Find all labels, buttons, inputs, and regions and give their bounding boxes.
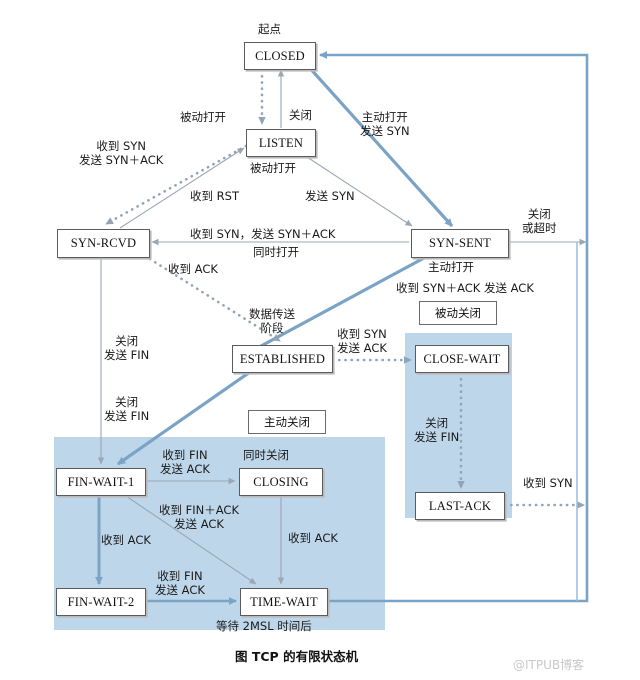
state-last-ack[interactable]: LAST-ACK xyxy=(415,492,505,520)
state-fin-wait-2[interactable]: FIN-WAIT-2 xyxy=(56,588,146,616)
label-close-send-fin-1: 关闭 发送 FIN xyxy=(104,334,150,362)
label-recv-finack-send-ack: 收到 FIN＋ACK 发送 ACK xyxy=(159,503,239,531)
label-close-send-fin-close-wait: 关闭 发送 FIN xyxy=(414,416,460,444)
label-active-open-send-syn: 主动打开 发送 SYN xyxy=(360,110,410,138)
label-recv-ack-1: 收到 ACK xyxy=(168,262,218,276)
label-close-or-timeout: 关闭 或超时 xyxy=(522,207,557,235)
state-closing[interactable]: CLOSING xyxy=(239,468,323,496)
label-data-transfer: 数据传送 阶段 xyxy=(249,307,295,335)
label-recv-syn-send-synack: 收到 SYN 发送 SYN＋ACK xyxy=(79,139,164,167)
label-recv-fin-send-ack-2: 收到 FIN 发送 ACK xyxy=(155,569,205,597)
label-simultaneous-open: 同时打开 xyxy=(253,245,299,259)
label-wait-2msl: 等待 2MSL 时间后 xyxy=(216,619,312,633)
tag-active-close: 主动关闭 xyxy=(248,410,326,434)
state-listen[interactable]: LISTEN xyxy=(246,129,316,157)
state-time-wait[interactable]: TIME-WAIT xyxy=(240,588,328,616)
state-syn-rcvd[interactable]: SYN-RCVD xyxy=(57,229,150,258)
label-recv-fin-send-ack-1: 收到 FIN 发送 ACK xyxy=(160,448,210,476)
label-start: 起点 xyxy=(258,22,281,36)
state-fin-wait-1[interactable]: FIN-WAIT-1 xyxy=(56,468,146,496)
state-syn-sent[interactable]: SYN-SENT xyxy=(411,229,509,258)
figure-caption: 图 TCP 的有限状态机 xyxy=(235,649,359,664)
label-recv-ack-closing: 收到 ACK xyxy=(288,531,338,545)
label-send-syn: 发送 SYN xyxy=(305,189,355,203)
label-recv-ack-fin-wait-1: 收到 ACK xyxy=(101,533,151,547)
label-close-send-fin-2: 关闭 发送 FIN xyxy=(104,395,150,423)
label-passive-open-1: 被动打开 xyxy=(180,110,226,124)
state-closed[interactable]: CLOSED xyxy=(244,42,316,70)
label-active-open-2: 主动打开 xyxy=(428,260,474,274)
label-passive-open-2: 被动打开 xyxy=(250,161,296,175)
label-close-1: 关闭 xyxy=(289,108,312,122)
label-simultaneous-close: 同时关闭 xyxy=(243,448,289,462)
tag-passive-close: 被动关闭 xyxy=(419,301,497,325)
label-recv-syn-last-ack: 收到 SYN xyxy=(523,476,573,490)
transition-arrows xyxy=(95,51,589,605)
label-recv-synack-send-ack: 收到 SYN＋ACK 发送 ACK xyxy=(396,281,534,295)
watermark: @ITPUB博客 xyxy=(513,658,585,672)
label-recv-syn-send-synack-2: 收到 SYN，发送 SYN＋ACK xyxy=(190,227,336,241)
state-close-wait[interactable]: CLOSE-WAIT xyxy=(415,345,509,373)
label-recv-rst: 收到 RST xyxy=(190,189,239,203)
state-established[interactable]: ESTABLISHED xyxy=(232,345,333,373)
label-recv-syn-send-ack-close-wait: 收到 SYN 发送 ACK xyxy=(337,327,387,355)
tcp-state-machine-diagram: CLOSED LISTEN SYN-RCVD SYN-SENT ESTABLIS… xyxy=(0,0,640,680)
